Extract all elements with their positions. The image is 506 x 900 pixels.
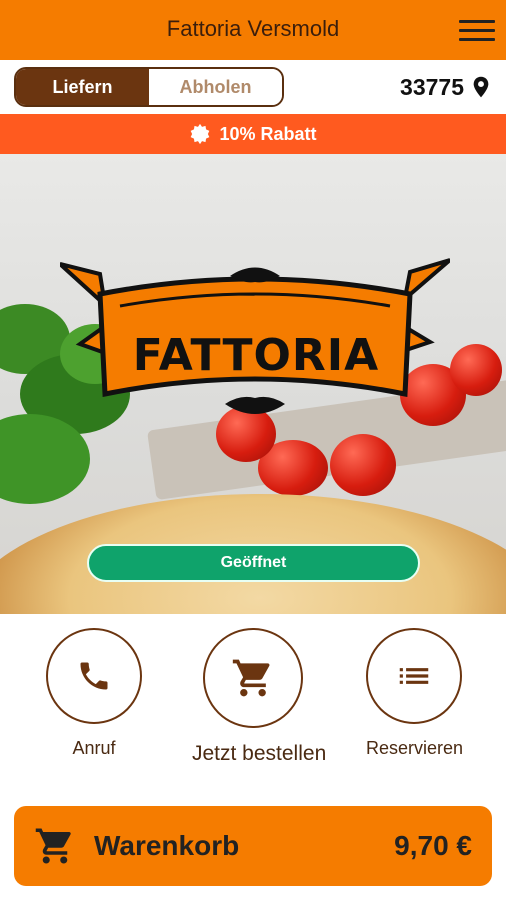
cart-label: Warenkorb <box>94 830 240 861</box>
reserve-label: Reservieren <box>366 738 464 758</box>
call-button[interactable] <box>46 628 142 724</box>
hamburger-menu-icon[interactable] <box>458 14 496 46</box>
shopping-cart-icon <box>232 659 270 697</box>
order-now-button[interactable] <box>203 628 303 728</box>
pickup-option[interactable]: Abholen <box>149 69 282 105</box>
order-action[interactable]: Jetzt bestellen <box>192 628 327 766</box>
restaurant-title: Fattoria Versmold <box>166 16 340 41</box>
discount-badge-icon <box>191 123 210 145</box>
app-header: Fattoria Versmold <box>0 0 506 60</box>
location-pin-icon <box>473 76 489 98</box>
discount-banner[interactable]: 10% Rabatt <box>0 114 506 154</box>
reserve-button[interactable] <box>366 628 462 724</box>
phone-icon <box>80 662 108 690</box>
list-icon <box>399 668 429 684</box>
reserve-action[interactable]: Reservieren <box>366 628 464 759</box>
call-label: Anruf <box>72 738 116 758</box>
open-status-button[interactable]: Geöffnet <box>87 544 420 582</box>
call-action[interactable]: Anruf <box>46 628 142 759</box>
cart-total: 9,70 € <box>394 830 472 861</box>
logo-wordmark: FATTORIA <box>132 330 380 381</box>
zip-code: 33775 <box>400 73 464 100</box>
tomato <box>450 344 502 396</box>
shopping-cart-icon <box>35 828 71 864</box>
cart-button[interactable]: Warenkorb 9,70 € <box>14 806 492 886</box>
delivery-pickup-toggle: Liefern Abholen <box>14 67 284 107</box>
order-now-label: Jetzt bestellen <box>192 742 327 765</box>
quick-actions: Anruf Jetzt bestellen Reservieren <box>0 614 506 794</box>
tomato <box>330 434 396 496</box>
delivery-option[interactable]: Liefern <box>16 69 149 105</box>
fattoria-logo: FATTORIA <box>58 254 452 424</box>
discount-text: 10% Rabatt <box>219 123 317 144</box>
location-selector[interactable]: 33775 <box>400 72 490 102</box>
